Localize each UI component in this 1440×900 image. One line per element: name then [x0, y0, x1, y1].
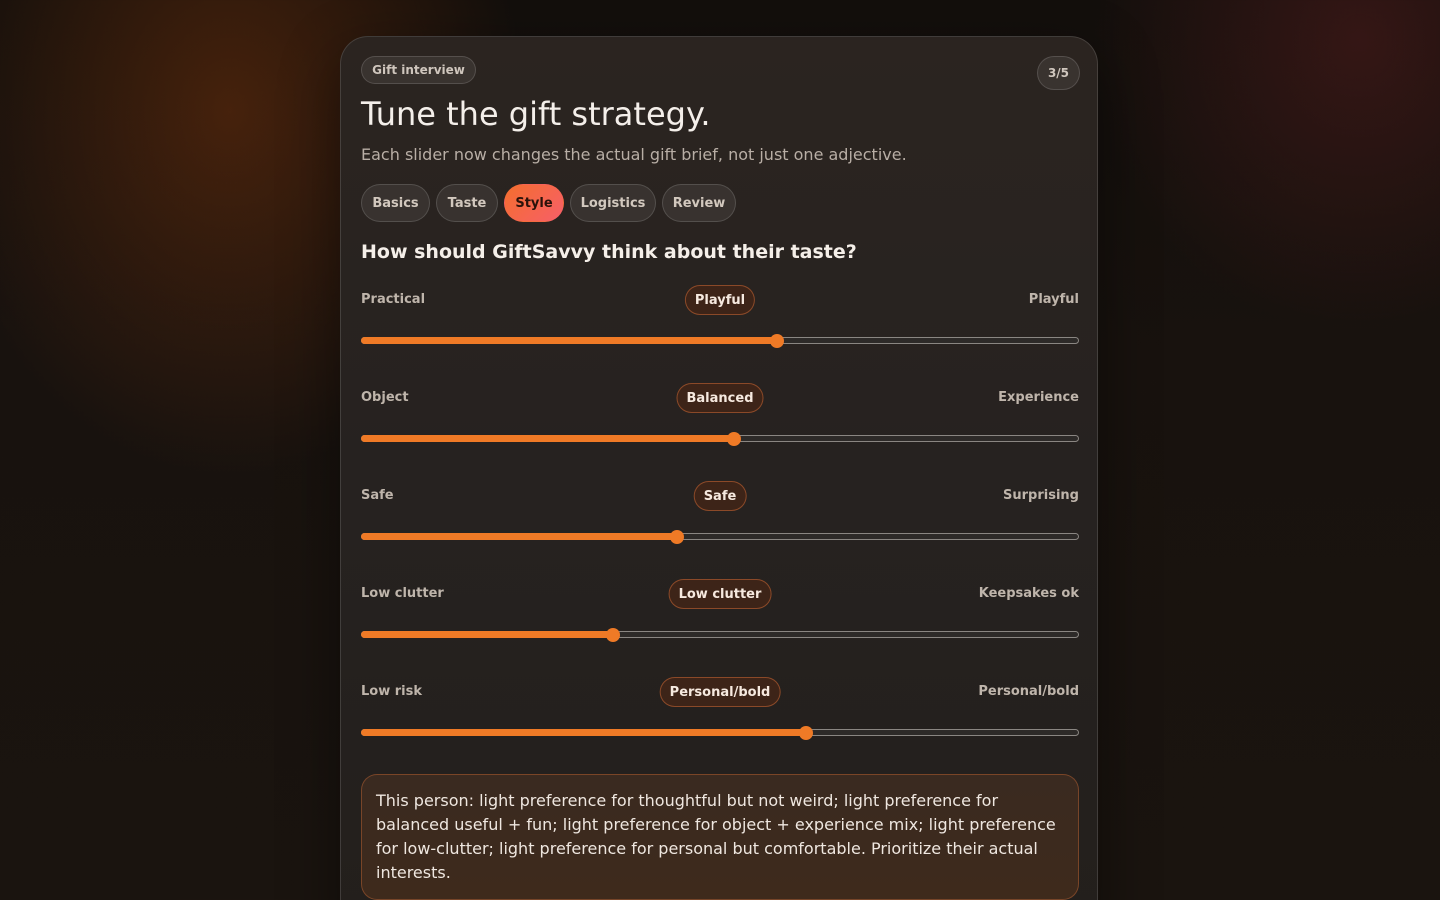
slider-object-experience: Object Balanced Experience	[361, 383, 1079, 453]
slider-right-label: Playful	[1028, 292, 1079, 307]
slider-track[interactable]	[361, 530, 1079, 544]
slider-risk-personal: Low risk Personal/bold Personal/bold	[361, 677, 1079, 747]
slider-left-label: Low clutter	[361, 586, 444, 601]
slider-value-badge: Playful	[684, 285, 756, 315]
slider-fill	[361, 435, 734, 442]
slider-track[interactable]	[361, 726, 1079, 740]
slider-fill	[361, 337, 777, 344]
tab-taste[interactable]: Taste	[436, 184, 498, 222]
slider-thumb[interactable]	[605, 628, 620, 642]
slider-right-label: Keepsakes ok	[978, 586, 1079, 601]
slider-value-badge: Personal/bold	[659, 677, 781, 707]
slider-practical-playful: Practical Playful Playful	[361, 285, 1079, 355]
eyebrow-badge: Gift interview	[361, 56, 476, 84]
slider-right-label: Personal/bold	[978, 684, 1079, 699]
slider-right-label: Surprising	[1003, 488, 1079, 503]
slider-thumb[interactable]	[727, 432, 742, 446]
slider-clutter-keepsakes: Low clutter Low clutter Keepsakes ok	[361, 579, 1079, 649]
section-question: How should GiftSavvy think about their t…	[361, 241, 857, 263]
slider-track[interactable]	[361, 628, 1079, 642]
slider-fill	[361, 729, 805, 736]
slider-safe-surprising: Safe Safe Surprising	[361, 481, 1079, 551]
gift-brief-summary: This person: light preference for though…	[361, 774, 1079, 900]
slider-fill	[361, 631, 612, 638]
slider-value-badge: Safe	[693, 481, 747, 511]
slider-track[interactable]	[361, 334, 1079, 348]
slider-right-label: Experience	[998, 390, 1079, 405]
tab-style[interactable]: Style	[504, 184, 564, 222]
slider-thumb[interactable]	[798, 726, 813, 740]
slider-value-badge: Low clutter	[668, 579, 772, 609]
page-subtitle: Each slider now changes the actual gift …	[361, 145, 907, 164]
tab-logistics[interactable]: Logistics	[570, 184, 656, 222]
slider-track[interactable]	[361, 432, 1079, 446]
slider-left-label: Practical	[361, 292, 426, 307]
slider-left-label: Safe	[361, 488, 394, 503]
tab-basics[interactable]: Basics	[361, 184, 430, 222]
page-title: Tune the gift strategy.	[361, 95, 711, 133]
tab-review[interactable]: Review	[662, 184, 736, 222]
slider-thumb[interactable]	[670, 530, 685, 544]
slider-fill	[361, 533, 677, 540]
step-counter: 3/5	[1037, 56, 1080, 90]
slider-left-label: Object	[361, 390, 409, 405]
slider-left-label: Low risk	[361, 684, 423, 699]
slider-value-badge: Balanced	[676, 383, 764, 413]
slider-thumb[interactable]	[770, 334, 785, 348]
gift-interview-card: Gift interview 3/5 Tune the gift strateg…	[340, 36, 1098, 900]
